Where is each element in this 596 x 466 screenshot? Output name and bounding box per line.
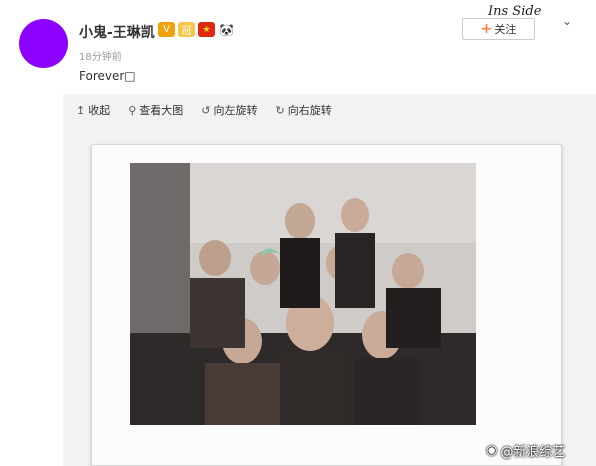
avatar[interactable] <box>19 19 68 68</box>
watermark-bottom-text: @新浪综艺 <box>500 445 566 460</box>
rotate-right-button[interactable]: ↻ 向右旋转 <box>276 102 332 118</box>
collapse-label: 收起 <box>88 104 111 117</box>
panda-badge-icon[interactable]: 🐼 <box>218 22 235 37</box>
follow-button[interactable]: + 关注 <box>462 18 535 40</box>
watermark-top: Ins Side <box>488 4 542 19</box>
polaroid-photo-frame[interactable] <box>91 144 562 466</box>
view-large-button[interactable]: ⚲ 查看大图 <box>128 102 183 118</box>
collapse-button[interactable]: ↥ 收起 <box>76 102 110 118</box>
media-box: ↥ 收起 ⚲ 查看大图 ↺ 向左旋转 ↻ 向右旋转 <box>63 94 596 466</box>
rotate-left-button[interactable]: ↺ 向左旋转 <box>201 102 257 118</box>
china-flag-icon[interactable]: ★ <box>198 22 215 37</box>
rotate-right-label: 向右旋转 <box>287 104 332 117</box>
collapse-arrow-icon: ↥ <box>76 103 86 117</box>
weibo-logo-icon: ◉ <box>486 443 498 458</box>
follow-label: 关注 <box>494 23 517 36</box>
badge-group: V 冠 ★ 🐼 <box>158 22 235 37</box>
verified-badge-icon[interactable]: V <box>158 22 175 37</box>
weibo-watermark: ◉ @新浪综艺 <box>486 441 565 460</box>
post-header: 小鬼-王琳凯 V 冠 ★ 🐼 18分钟前 Forever□ Ins Side +… <box>0 0 596 94</box>
post-timestamp[interactable]: 18分钟前 <box>79 48 122 63</box>
rotate-right-icon: ↻ <box>275 103 285 117</box>
group-selfie-photo <box>130 163 476 425</box>
view-large-label: 查看大图 <box>139 104 184 117</box>
username[interactable]: 小鬼-王琳凯 <box>79 22 155 42</box>
plus-icon: + <box>480 21 493 37</box>
chevron-down-icon[interactable]: ⌄ <box>562 14 572 28</box>
media-toolbar: ↥ 收起 ⚲ 查看大图 ↺ 向左旋转 ↻ 向右旋转 <box>63 94 596 126</box>
magnifier-icon: ⚲ <box>128 103 137 117</box>
crown-badge-icon[interactable]: 冠 <box>178 22 195 37</box>
rotate-left-label: 向左旋转 <box>213 104 258 117</box>
rotate-left-icon: ↺ <box>201 103 211 117</box>
post-text: Forever□ <box>79 69 136 83</box>
